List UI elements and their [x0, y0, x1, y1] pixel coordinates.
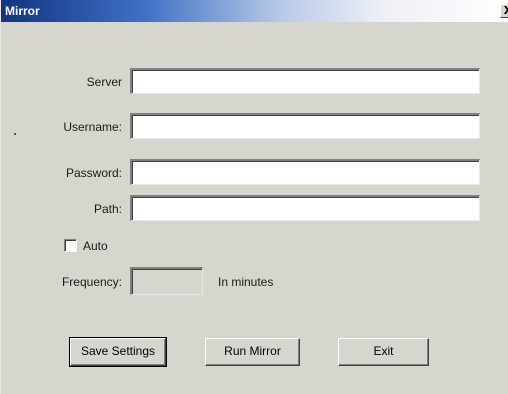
frequency-input[interactable] — [130, 267, 203, 295]
exit-button[interactable]: Exit — [338, 338, 429, 366]
frequency-unit-label: In minutes — [218, 275, 274, 289]
server-label: Server — [86, 75, 122, 89]
username-input[interactable] — [130, 113, 480, 139]
window-title: Mirror — [5, 4, 40, 18]
auto-checkbox[interactable] — [64, 239, 77, 252]
title-bar[interactable]: Mirror X — [1, 0, 508, 22]
stray-dot — [14, 133, 16, 135]
path-input[interactable] — [130, 195, 480, 221]
close-button[interactable]: X — [500, 4, 508, 18]
password-label: Password: — [65, 166, 122, 180]
path-label: Path: — [93, 202, 122, 216]
auto-label: Auto — [83, 239, 108, 253]
server-input[interactable] — [130, 68, 480, 94]
frequency-label: Frequency: — [61, 275, 122, 289]
close-icon: X — [503, 4, 508, 17]
save-settings-button[interactable]: Save Settings — [69, 337, 167, 367]
username-label: Username: — [63, 120, 122, 134]
mirror-dialog: Mirror X Server Username: Password: Path… — [0, 0, 508, 394]
password-input[interactable] — [130, 159, 480, 185]
run-mirror-button[interactable]: Run Mirror — [205, 338, 300, 366]
